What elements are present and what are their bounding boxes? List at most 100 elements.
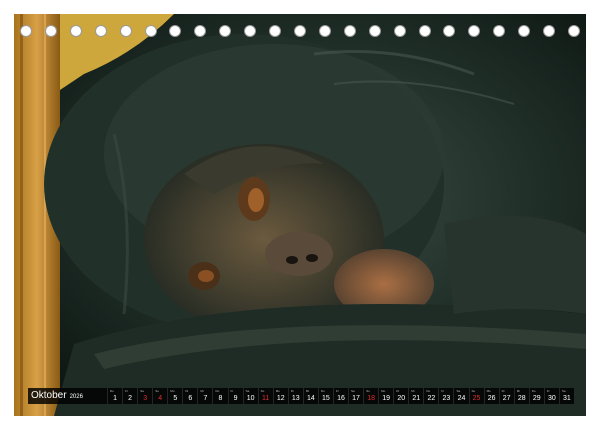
day-number: 26 xyxy=(487,395,496,402)
day-cell: Fr 16 xyxy=(332,388,348,404)
day-number: 12 xyxy=(276,395,285,402)
weekday-label: So xyxy=(366,389,370,393)
day-cell: Fr 2 xyxy=(122,388,137,404)
calendar-photo xyxy=(14,14,586,416)
binding-hole xyxy=(493,25,506,37)
day-cell: Sa 24 xyxy=(453,388,468,404)
year-label: 2026 xyxy=(69,393,83,400)
weekday-label: Do xyxy=(215,389,220,393)
day-cell: Do 1 xyxy=(107,388,122,404)
weekday-label: Di xyxy=(185,389,189,393)
chimpanzee-photo xyxy=(14,14,586,416)
day-cell: Do 15 xyxy=(317,388,333,404)
day-number: 22 xyxy=(427,395,436,402)
binding-hole xyxy=(169,25,182,37)
day-number: 8 xyxy=(218,395,223,402)
day-cell: Di 6 xyxy=(182,388,197,404)
day-number: 7 xyxy=(203,395,208,402)
day-cell: Di 27 xyxy=(498,388,514,404)
weekday-label: Mi xyxy=(200,389,204,393)
day-cell: So 18 xyxy=(363,388,378,404)
day-number: 10 xyxy=(246,395,255,402)
date-strip: Oktober 2026 Do 1 Fr 2 Sa 3 So 4 Mo 5 Di 6 Mi 7 Do 8 Fr 9… xyxy=(28,388,574,404)
day-number: 16 xyxy=(337,395,345,402)
binding-hole xyxy=(293,25,306,37)
day-number: 27 xyxy=(502,395,511,402)
weekday-label: Do xyxy=(426,389,431,393)
day-cell: Mi 7 xyxy=(197,388,212,404)
weekday-label: Mo xyxy=(170,389,175,393)
binding-hole xyxy=(518,25,531,37)
calendar-page: Oktober 2026 Do 1 Fr 2 Sa 3 So 4 Mo 5 Di 6 Mi 7 Do 8 Fr 9… xyxy=(0,0,600,431)
binding-hole xyxy=(543,25,556,37)
weekday-label: Di xyxy=(501,389,505,393)
day-cell: Do 29 xyxy=(528,388,544,404)
binding-hole xyxy=(468,25,481,37)
weekday-label: So xyxy=(260,389,265,393)
day-cell: Fr 23 xyxy=(438,388,453,404)
day-cell: Sa 31 xyxy=(558,388,574,404)
day-cell: Mi 28 xyxy=(513,388,529,404)
day-number: 25 xyxy=(472,395,481,402)
binding-hole xyxy=(567,25,580,37)
binding-hole xyxy=(318,25,331,37)
binding-hole xyxy=(194,25,207,37)
weekday-label: Do xyxy=(531,389,536,393)
binding-hole xyxy=(269,25,282,37)
day-number: 28 xyxy=(517,395,526,402)
day-number: 2 xyxy=(128,395,133,402)
binding-hole xyxy=(119,25,132,37)
day-number: 13 xyxy=(291,395,300,402)
weekday-label: Mo xyxy=(486,389,491,393)
weekday-label: Di xyxy=(396,389,400,393)
day-cell: Mo 12 xyxy=(272,388,288,404)
day-cell: So 4 xyxy=(152,388,167,404)
days-row: Do 1 Fr 2 Sa 3 So 4 Mo 5 Di 6 Mi 7 Do 8 Fr 9 Sa 10 So 11 Mo 12 D… xyxy=(107,388,574,404)
binding-hole xyxy=(343,25,356,37)
day-cell: Di 13 xyxy=(287,388,303,404)
day-cell: Fr 30 xyxy=(543,388,559,404)
weekday-label: Mi xyxy=(411,389,415,393)
binding-hole xyxy=(244,25,257,37)
binding-hole xyxy=(368,25,381,37)
month-name: Oktober xyxy=(31,389,67,401)
day-number: 6 xyxy=(188,395,193,402)
day-number: 17 xyxy=(352,395,360,402)
day-number: 24 xyxy=(457,395,466,402)
binding-hole xyxy=(219,25,232,37)
weekday-label: Mo xyxy=(275,389,280,393)
binding-hole xyxy=(418,25,431,37)
day-cell: Mo 5 xyxy=(167,388,182,404)
day-cell: So 11 xyxy=(257,388,273,404)
binding-holes xyxy=(20,24,580,38)
weekday-label: Mi xyxy=(305,389,309,393)
day-cell: So 25 xyxy=(468,388,484,404)
day-number: 5 xyxy=(173,395,178,402)
weekday-label: Mi xyxy=(516,389,520,393)
day-cell: Mo 26 xyxy=(483,388,499,404)
weekday-label: Sa xyxy=(456,389,461,393)
day-number: 4 xyxy=(158,395,163,402)
weekday-label: Do xyxy=(110,389,114,393)
weekday-label: Sa xyxy=(561,389,566,393)
day-number: 11 xyxy=(262,395,270,402)
day-cell: Mo 19 xyxy=(378,388,393,404)
day-cell: Mi 14 xyxy=(302,388,318,404)
weekday-label: So xyxy=(155,389,159,393)
day-cell: Fr 9 xyxy=(227,388,243,404)
binding-hole xyxy=(44,25,57,37)
day-number: 19 xyxy=(382,395,391,402)
day-number: 9 xyxy=(233,395,238,402)
binding-hole xyxy=(69,25,82,37)
weekday-label: Fr xyxy=(441,389,445,393)
weekday-label: Sa xyxy=(140,389,144,393)
day-cell: Do 22 xyxy=(423,388,438,404)
day-number: 15 xyxy=(322,395,330,402)
day-number: 20 xyxy=(397,395,406,402)
day-number: 29 xyxy=(532,395,541,402)
binding-hole xyxy=(393,25,406,37)
weekday-label: Di xyxy=(290,389,294,393)
day-number: 21 xyxy=(412,395,421,402)
day-number: 31 xyxy=(563,395,571,402)
day-cell: Do 8 xyxy=(212,388,227,404)
